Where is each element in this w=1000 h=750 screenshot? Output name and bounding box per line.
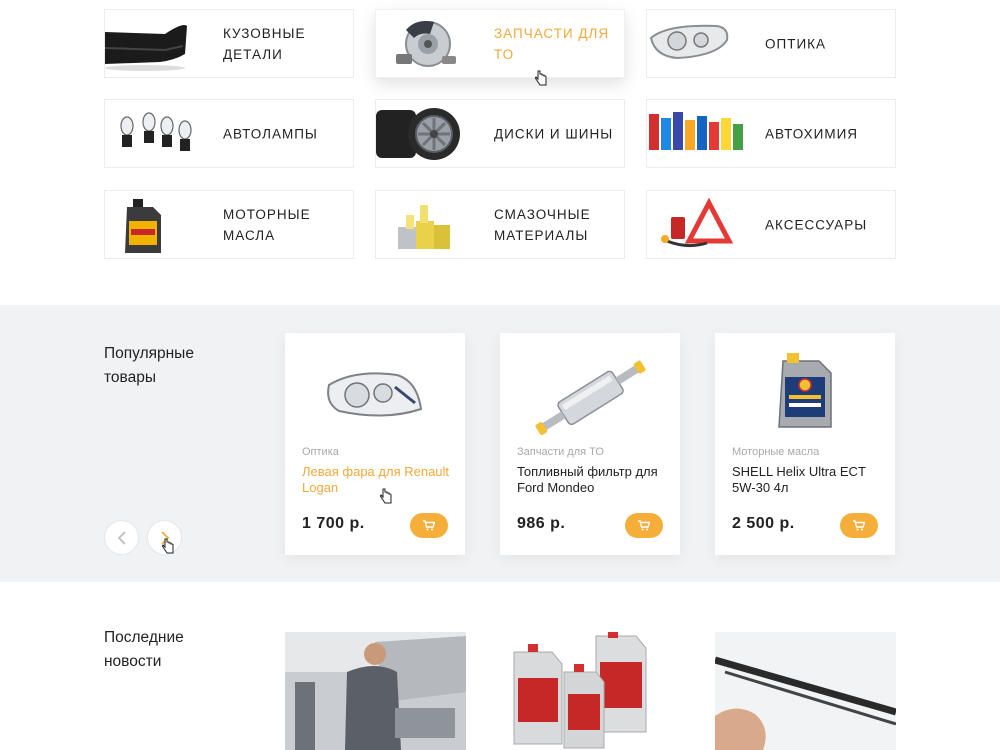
accessories-icon: [647, 191, 747, 260]
product-name-link[interactable]: Топливный фильтр для Ford Mondeo: [517, 464, 667, 496]
news-item-mechanic-image[interactable]: [285, 632, 466, 750]
product-card[interactable]: Оптика Левая фара для Renault Logan 1 70…: [285, 333, 465, 555]
product-name-link[interactable]: SHELL Helix Ultra ECT 5W-30 4л: [732, 464, 882, 496]
bulbs-icon: [105, 100, 205, 169]
category-maintenance-parts[interactable]: ЗАПЧАСТИ ДЛЯ ТО: [375, 9, 625, 78]
news-title: Последние новости: [104, 629, 184, 670]
category-lubricants[interactable]: СМАЗОЧНЫЕ МАТЕРИАЛЫ: [375, 190, 625, 259]
add-to-cart-button[interactable]: [625, 513, 663, 538]
popular-title: Популярные товары: [104, 345, 194, 386]
category-label: ДИСКИ И ШИНЫ: [494, 126, 614, 141]
cart-icon: [423, 520, 435, 531]
category-label: АВТОХИМИЯ: [765, 126, 859, 141]
product-category: Оптика: [302, 446, 339, 458]
grease-icon: [376, 191, 476, 260]
product-price: 1 700 р.: [302, 515, 365, 532]
oil-can-icon: [105, 191, 205, 260]
category-label: МОТОРНЫЕ МАСЛА: [223, 206, 311, 243]
category-label: АВТОЛАМПЫ: [223, 126, 318, 141]
bumper-icon: [104, 10, 205, 79]
product-category: Моторные масла: [732, 446, 820, 458]
product-card[interactable]: Запчасти для ТО Топливный фильтр для For…: [500, 333, 680, 555]
carousel-prev-button[interactable]: [104, 520, 139, 555]
add-to-cart-button[interactable]: [410, 513, 448, 538]
category-optics[interactable]: ОПТИКА: [646, 9, 896, 78]
product-card[interactable]: Моторные масла SHELL Helix Ultra ECT 5W-…: [715, 333, 895, 555]
category-car-chemicals[interactable]: АВТОХИМИЯ: [646, 99, 896, 168]
chevron-right-icon: [160, 530, 169, 545]
category-body-parts[interactable]: КУЗОВНЫЕ ДЕТАЛИ: [104, 9, 354, 78]
category-label: СМАЗОЧНЫЕ МАТЕРИАЛЫ: [494, 206, 591, 243]
wheels-icon: [376, 100, 476, 169]
category-label: АКСЕССУАРЫ: [765, 217, 868, 232]
category-accessories[interactable]: АКСЕССУАРЫ: [646, 190, 896, 259]
category-wheels-tires[interactable]: ДИСКИ И ШИНЫ: [375, 99, 625, 168]
news-item-lukoil-image[interactable]: [500, 632, 681, 750]
add-to-cart-button[interactable]: [840, 513, 878, 538]
headlight-product-image: [285, 347, 465, 437]
fuel-filter-product-image: [500, 347, 680, 437]
news-item-wiper-image[interactable]: [715, 632, 896, 750]
carousel-next-button[interactable]: [147, 520, 182, 555]
popular-section: Популярные товары Оптика Левая фара для …: [0, 305, 1000, 582]
chemicals-icon: [647, 100, 747, 169]
headlight-icon: [647, 10, 747, 79]
product-name-link[interactable]: Левая фара для Renault Logan: [302, 464, 452, 496]
product-price: 2 500 р.: [732, 515, 795, 532]
oil-canister-product-image: [715, 347, 895, 437]
brake-disc-icon: [376, 10, 476, 79]
product-price: 986 р.: [517, 515, 566, 532]
category-label: ЗАПЧАСТИ ДЛЯ ТО: [494, 25, 610, 62]
chevron-left-icon: [117, 530, 126, 545]
category-label: ОПТИКА: [765, 36, 827, 51]
category-motor-oils[interactable]: МОТОРНЫЕ МАСЛА: [104, 190, 354, 259]
category-label: КУЗОВНЫЕ ДЕТАЛИ: [223, 25, 306, 62]
product-category: Запчасти для ТО: [517, 446, 604, 458]
cart-icon: [638, 520, 650, 531]
category-bulbs[interactable]: АВТОЛАМПЫ: [104, 99, 354, 168]
cart-icon: [853, 520, 865, 531]
